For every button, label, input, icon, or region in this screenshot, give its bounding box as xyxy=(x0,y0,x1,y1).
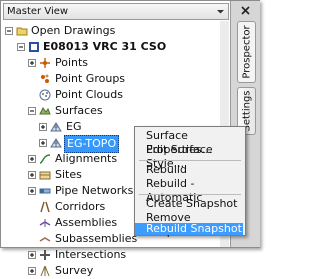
folder-icon xyxy=(16,27,28,36)
tree-item-label: EG xyxy=(66,120,82,133)
tree-item-label: Points xyxy=(55,56,89,69)
view-selector[interactable]: Master View xyxy=(3,3,229,20)
point-cloud-icon xyxy=(39,89,51,101)
tree-item-label: Point Groups xyxy=(55,72,126,85)
expand-icon[interactable] xyxy=(28,59,36,67)
subassemblies-icon xyxy=(39,237,51,242)
tree-item-label: Alignments xyxy=(55,152,118,165)
tree-item-label: Sites xyxy=(55,168,82,181)
tab-prospector[interactable]: Prospector xyxy=(237,21,256,83)
pipe-networks-icon xyxy=(39,188,51,194)
collapse-icon[interactable] xyxy=(5,27,13,35)
tree-item-label: E08013 VRC 31 CSO xyxy=(43,40,167,53)
tree-item-label: Open Drawings xyxy=(31,24,116,37)
expand-icon[interactable] xyxy=(28,155,36,163)
points-icon xyxy=(40,58,50,68)
surfaces-icon xyxy=(39,107,51,115)
context-menu: Surface Properties... Edit Surface Style… xyxy=(134,126,246,238)
assemblies-icon xyxy=(39,219,51,227)
drawing-icon xyxy=(29,42,39,52)
menu-separator xyxy=(139,194,241,195)
collapse-icon[interactable] xyxy=(17,43,25,51)
expand-icon[interactable] xyxy=(28,251,36,259)
tree-item-label: Corridors xyxy=(55,200,106,213)
tree-item-label: Subassemblies xyxy=(55,232,138,245)
menu-item-label: Rebuild xyxy=(146,163,187,176)
point-groups-icon xyxy=(41,74,49,83)
expand-icon[interactable] xyxy=(28,267,36,275)
menu-item-surface-properties[interactable]: Surface Properties... xyxy=(135,129,243,156)
tree-item-label: Pipe Networks xyxy=(55,184,134,197)
view-selector-label: Master View xyxy=(7,6,69,17)
intersections-icon xyxy=(40,250,50,260)
menu-item-edit-surface-style[interactable]: Edit Surface Style... xyxy=(135,143,243,170)
close-icon[interactable] xyxy=(240,5,251,16)
menu-item-rebuild-automatic[interactable]: Rebuild - Automatic xyxy=(135,177,243,204)
tree-item-label: Assemblies xyxy=(55,216,118,229)
tree-item-label: Point Clouds xyxy=(55,88,123,101)
corridors-icon xyxy=(40,201,50,213)
expand-icon[interactable] xyxy=(39,123,47,131)
expand-icon[interactable] xyxy=(28,171,36,179)
survey-icon xyxy=(40,265,50,277)
sites-icon xyxy=(39,171,51,180)
tab-prospector-label: Prospector xyxy=(241,25,252,79)
toolspace-window: Master View Prospector Settings Open Dra… xyxy=(0,0,260,277)
chevron-down-icon[interactable] xyxy=(215,6,226,17)
menu-item-create-snapshot[interactable]: Create Snapshot xyxy=(135,197,243,211)
surface-icon xyxy=(50,122,62,132)
expand-icon[interactable] xyxy=(28,187,36,195)
menu-item-rebuild[interactable]: Rebuild xyxy=(135,163,243,177)
menu-item-label: Rebuild Snapshot xyxy=(146,222,242,235)
collapse-icon[interactable] xyxy=(28,107,36,115)
tree-item-label: Surfaces xyxy=(55,104,103,117)
alignments-icon xyxy=(39,154,51,164)
menu-item-rebuild-snapshot[interactable]: Rebuild Snapshot xyxy=(135,223,243,235)
menu-separator xyxy=(139,160,241,161)
surface-icon xyxy=(50,138,62,148)
tree-item-label: Survey xyxy=(55,264,94,277)
expand-icon[interactable] xyxy=(39,139,47,147)
tree-item-label: Intersections xyxy=(55,248,127,261)
menu-item-label: Create Snapshot xyxy=(146,197,238,210)
